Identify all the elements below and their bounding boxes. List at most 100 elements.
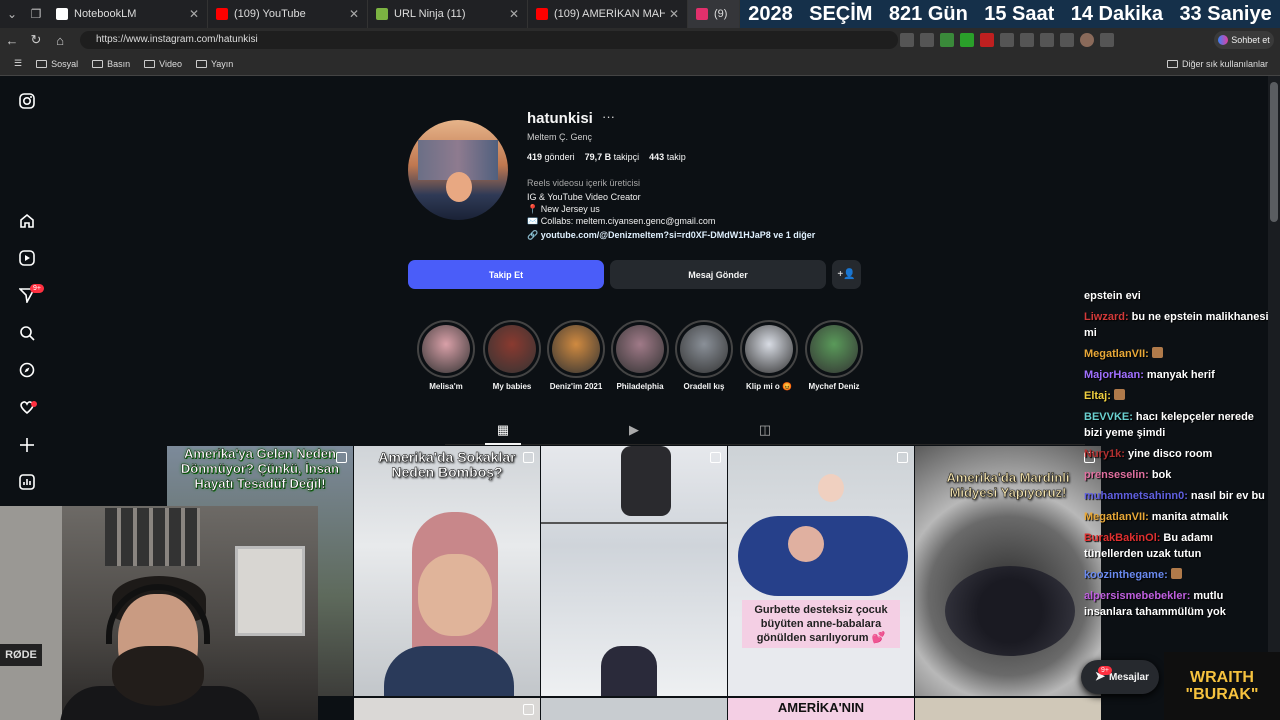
post-tile[interactable]: Amerika'da Sokaklar Neden Bomboş? xyxy=(354,446,540,696)
back-icon[interactable]: ← xyxy=(0,33,24,48)
browser-tab[interactable]: (109) YouTube ✕ xyxy=(208,0,368,28)
extension-icon[interactable] xyxy=(940,33,954,47)
explore-icon[interactable] xyxy=(18,361,36,379)
close-tab-icon[interactable]: ✕ xyxy=(189,7,199,21)
chat-username: alpersismebebekler: xyxy=(1084,590,1191,602)
extensions-puzzle-icon[interactable] xyxy=(1000,33,1014,47)
chat-username: prenseselin: xyxy=(1084,469,1149,481)
story-highlight[interactable]: Philadelphia xyxy=(611,320,669,391)
followers-stat[interactable]: 79,7 B takipçi xyxy=(585,152,640,162)
profile-link[interactable]: 🔗 youtube.com/@Denizmeltem?si=rd0XF-DMdW… xyxy=(527,230,815,241)
profile-username: hatunkisi xyxy=(527,110,593,127)
scrollbar-thumb[interactable] xyxy=(1270,82,1278,222)
profile-options-icon[interactable]: ··· xyxy=(602,109,615,124)
post-tile[interactable] xyxy=(541,446,727,696)
microphone-label: RØDE xyxy=(0,644,42,666)
favorites-icon[interactable] xyxy=(1040,33,1054,47)
instagram-logo-icon[interactable] xyxy=(18,92,36,110)
highlight-cover xyxy=(745,325,793,373)
bookmarks-menu-icon[interactable]: ☰ xyxy=(14,58,22,69)
post-tile[interactable] xyxy=(915,698,1101,720)
profile-avatar-icon[interactable] xyxy=(1080,33,1094,47)
browser-tab[interactable]: URL Ninja (11) ✕ xyxy=(368,0,528,28)
messages-badge: 9+ xyxy=(30,284,44,293)
countdown-year: 2028 xyxy=(748,2,793,25)
chat-message: BurakBakinOl: Bu adamı tünellerden uzak t… xyxy=(1084,530,1274,562)
messages-pill-button[interactable]: ➤ Mesajlar xyxy=(1081,660,1159,694)
tagged-tab-icon[interactable]: ◫ xyxy=(757,422,773,438)
close-tab-icon[interactable]: ✕ xyxy=(349,7,359,21)
chat-username: Liwzard: xyxy=(1084,311,1129,323)
workspaces-icon[interactable]: ❐ xyxy=(24,0,48,28)
post-tile[interactable] xyxy=(354,698,540,720)
bookmark-folder[interactable]: Basın xyxy=(92,59,130,69)
browser-tab-active[interactable]: (9) Instag xyxy=(688,0,740,28)
story-highlight[interactable]: Melisa'm xyxy=(417,320,475,391)
follow-button[interactable]: Takip Et xyxy=(408,260,604,289)
post-tile[interactable]: Gurbette desteksiz çocuk büyüten anne-ba… xyxy=(728,446,914,696)
close-tab-icon[interactable]: ✕ xyxy=(669,7,679,21)
reel-indicator-icon xyxy=(523,452,534,463)
story-highlight[interactable]: Mychef Deniz xyxy=(805,320,863,391)
chat-username: koozinthegame: xyxy=(1084,569,1168,581)
following-stat[interactable]: 443 takip xyxy=(649,152,686,162)
chat-message: MegatlanVII: manita atmalık xyxy=(1084,509,1274,525)
tab-menu-icon[interactable]: ⌄ xyxy=(0,0,24,28)
bookmarks-bar: ☰ Sosyal Basın Video Yayın Diğer sık kul… xyxy=(0,52,1280,76)
post-tile[interactable] xyxy=(541,698,727,720)
address-bar-row: ← ↻ ⌂ https://www.instagram.com/hatunkis… xyxy=(0,28,1280,52)
chat-message: Liwzard: bu ne epstein malikhanesi mi xyxy=(1084,309,1274,341)
story-highlight[interactable]: Deniz'im 2021 xyxy=(547,320,605,391)
home-icon[interactable] xyxy=(18,212,36,230)
suggest-user-icon[interactable]: +👤 xyxy=(832,260,861,289)
tabs-divider xyxy=(445,444,1085,445)
reels-tab-icon[interactable]: ▶ xyxy=(626,422,642,438)
countdown-days: 821 Gün xyxy=(888,2,968,25)
browser-tab[interactable]: NotebookLM ✕ xyxy=(48,0,208,28)
highlight-label: Oradell kış xyxy=(683,382,725,391)
browser-tab[interactable]: (109) AMERİKAN MAHKEMESİNDE✕ xyxy=(528,0,688,28)
story-highlight[interactable]: Oradell kış xyxy=(675,320,733,391)
story-highlight[interactable]: My babies xyxy=(483,320,541,391)
extension-icon[interactable] xyxy=(920,33,934,47)
bookmark-folder[interactable]: Sosyal xyxy=(36,59,78,69)
chat-emote-icon xyxy=(1151,347,1163,358)
collections-icon[interactable] xyxy=(1060,33,1074,47)
post-tile[interactable]: AMERİKA'NIN xyxy=(728,698,914,720)
bookmark-folder[interactable]: Video xyxy=(144,59,182,69)
highlight-cover xyxy=(616,325,664,373)
posts-stat[interactable]: 419 gönderi xyxy=(527,152,575,162)
close-tab-icon[interactable]: ✕ xyxy=(509,7,519,21)
create-icon[interactable] xyxy=(18,436,36,454)
extension-icon[interactable] xyxy=(900,33,914,47)
home-icon[interactable]: ⌂ xyxy=(48,33,72,48)
other-bookmarks-folder[interactable]: Diğer sık kullanılanlar xyxy=(1166,59,1268,69)
reel-indicator-icon xyxy=(897,452,908,463)
posts-grid-tab-icon[interactable]: ▦ xyxy=(495,422,511,438)
story-highlight[interactable]: Klip mi o 😡 xyxy=(740,320,798,391)
bookmark-folder[interactable]: Yayın xyxy=(195,59,233,69)
profile-avatar[interactable] xyxy=(408,120,508,220)
dashboard-icon[interactable] xyxy=(18,473,36,491)
message-button[interactable]: Mesaj Gönder xyxy=(610,260,826,289)
more-menu-icon[interactable] xyxy=(1100,33,1114,47)
search-icon[interactable] xyxy=(18,324,36,342)
countdown-seconds: 33 Saniye xyxy=(1179,2,1272,25)
wraith-burak-logo: WRAITH "BURAK" xyxy=(1164,652,1280,720)
reload-icon[interactable]: ↻ xyxy=(24,32,48,48)
profile-category: Reels videosu içerik üreticisi xyxy=(527,178,641,188)
reels-icon[interactable] xyxy=(18,249,36,267)
split-screen-icon[interactable] xyxy=(1020,33,1034,47)
election-countdown-overlay: 2028 SEÇİM 821 Gün 15 Saat 14 Dakika 33 … xyxy=(740,0,1280,28)
highlight-label: Philadelphia xyxy=(616,382,664,391)
post-tile[interactable]: Amerika'da Mardinli Midyesi Yapıyoruz! xyxy=(915,446,1101,696)
chat-message: Nury1k: yine disco room xyxy=(1084,446,1274,462)
page-scrollbar[interactable] xyxy=(1268,76,1280,720)
chat-emote-icon xyxy=(1170,568,1182,579)
extension-icon[interactable] xyxy=(980,33,994,47)
link-icon: 🔗 xyxy=(527,230,541,240)
url-input[interactable]: https://www.instagram.com/hatunkisi xyxy=(80,31,898,49)
extension-icon[interactable] xyxy=(960,33,974,47)
copilot-chat-button[interactable]: Sohbet et xyxy=(1214,31,1274,49)
highlight-cover xyxy=(488,325,536,373)
